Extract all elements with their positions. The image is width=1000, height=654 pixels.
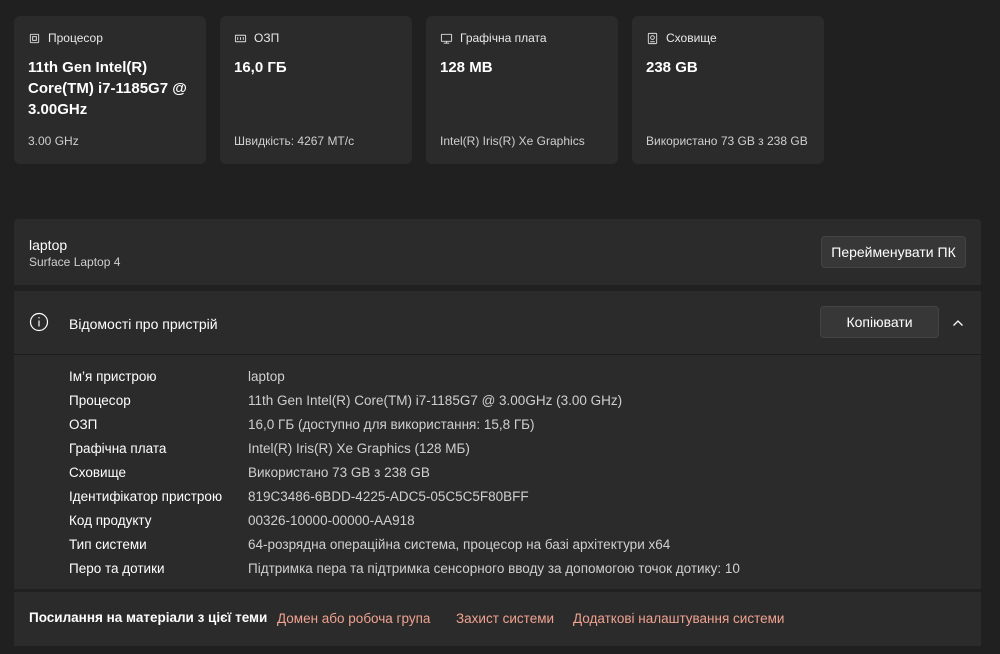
spec-row: Сховище Використано 73 GB з 238 GB <box>69 460 740 484</box>
spec-label: Графічна плата <box>69 440 167 456</box>
spec-label: Ідентифікатор пристрою <box>69 488 223 504</box>
card-title: ОЗП <box>254 31 280 45</box>
spec-value: 819C3486-6BDD-4225-ADC5-05C5C5F80BFF <box>248 488 529 504</box>
spec-table: Ім’я пристрою laptop Процесор 11th Gen Int… <box>69 364 740 580</box>
spec-row: Ідентифікатор пристрою 819C3486-6BDD-4225… <box>69 484 740 508</box>
spec-row: Процесор 11th Gen Intel(R) Core(TM) i7-11… <box>69 388 740 412</box>
spec-value: 16,0 ГБ (доступно для використання: 15,8… <box>248 416 535 432</box>
card-subtitle: Intel(R) Iris(R) Xe Graphics <box>440 134 585 148</box>
spec-label: Код продукту <box>69 512 152 528</box>
spec-label: Процесор <box>69 392 131 408</box>
spec-label: ОЗП <box>69 416 98 432</box>
card-value: 128 MB <box>440 59 493 76</box>
spec-value: Використано 73 GB з 238 GB <box>248 464 430 480</box>
spec-label: Сховище <box>69 464 127 480</box>
spec-value: 00326-10000-00000-AA918 <box>248 512 415 528</box>
card-title: Процесор <box>48 31 103 45</box>
card-storage: Сховище 238 GB Використано 73 GB з 238 G… <box>632 16 824 164</box>
card-value: 11th Gen Intel(R) Core(TM) i7-1185G7 @ 3… <box>28 59 187 118</box>
spec-value: 64-розрядна операційна система, процесор… <box>248 536 671 552</box>
cpu-icon <box>29 33 40 43</box>
spec-value: Intel(R) Iris(R) Xe Graphics (128 МБ) <box>248 440 470 456</box>
card-value: 238 GB <box>646 59 698 76</box>
related-links-panel: Посилання на матеріали з цієї теми Домен… <box>14 592 981 646</box>
device-name-panel: laptop Surface Laptop 4 Перейменувати ПК <box>14 219 981 285</box>
spec-cards: Процесор 11th Gen Intel(R) Core(TM) i7-1… <box>14 16 824 164</box>
link-system-protection[interactable]: Захист системи <box>456 611 554 626</box>
device-model: Surface Laptop 4 <box>29 255 121 269</box>
about-settings-page: Процесор 11th Gen Intel(R) Core(TM) i7-1… <box>0 0 1000 654</box>
card-processor: Процесор 11th Gen Intel(R) Core(TM) i7-1… <box>14 16 206 164</box>
card-title: Графічна плата <box>460 31 547 45</box>
device-specs-title: Відомості про пристрій <box>69 316 218 332</box>
link-domain-workgroup[interactable]: Домен або робоча група <box>277 611 430 626</box>
link-advanced-system-settings[interactable]: Додаткові налаштування системи <box>573 611 784 626</box>
spec-row: Графічна плата Intel(R) Iris(R) Xe Graphi… <box>69 436 740 460</box>
spec-row: Перо та дотики Підтримка пера та підтримк… <box>69 556 740 580</box>
spec-value: Підтримка пера та підтримка сенсорного в… <box>248 560 740 576</box>
spec-row: Код продукту 00326-10000-00000-AA918 <box>69 508 740 532</box>
spec-label: Ім’я пристрою <box>69 368 157 384</box>
spec-value: laptop <box>248 368 285 384</box>
rename-pc-button[interactable]: Перейменувати ПК <box>821 236 966 268</box>
spec-row: ОЗП 16,0 ГБ (доступно для використання: 1… <box>69 412 740 436</box>
device-specs-header[interactable]: Відомості про пристрій Копіювати <box>14 291 981 355</box>
gpu-icon <box>440 33 453 44</box>
card-graphics: Графічна плата 128 MB Intel(R) Iris(R) X… <box>426 16 618 164</box>
card-subtitle: Швидкість: 4267 МТ/с <box>234 134 355 148</box>
copy-button[interactable]: Копіювати <box>820 306 939 338</box>
card-title: Сховище <box>666 31 717 45</box>
card-subtitle: Використано 73 GB з 238 GB <box>646 134 808 148</box>
info-icon <box>29 312 49 332</box>
spec-row: Тип системи 64-розрядна операційна систем… <box>69 532 740 556</box>
device-specs-expander: Відомості про пристрій Копіювати Ім’я пр… <box>14 291 981 589</box>
storage-icon <box>647 32 658 44</box>
chevron-up-icon[interactable] <box>951 316 965 330</box>
card-ram: ОЗП 16,0 ГБ Швидкість: 4267 МТ/с <box>220 16 412 164</box>
device-name: laptop <box>29 237 68 253</box>
card-subtitle: 3.00 GHz <box>28 134 79 148</box>
related-links-title: Посилання на матеріали з цієї теми <box>29 610 268 625</box>
spec-row: Ім’я пристрою laptop <box>69 364 740 388</box>
ram-icon <box>234 34 247 42</box>
spec-label: Перо та дотики <box>69 560 165 576</box>
spec-label: Тип системи <box>69 536 147 552</box>
spec-value: 11th Gen Intel(R) Core(TM) i7-1185G7 @ 3… <box>248 392 623 408</box>
card-value: 16,0 ГБ <box>234 59 287 76</box>
